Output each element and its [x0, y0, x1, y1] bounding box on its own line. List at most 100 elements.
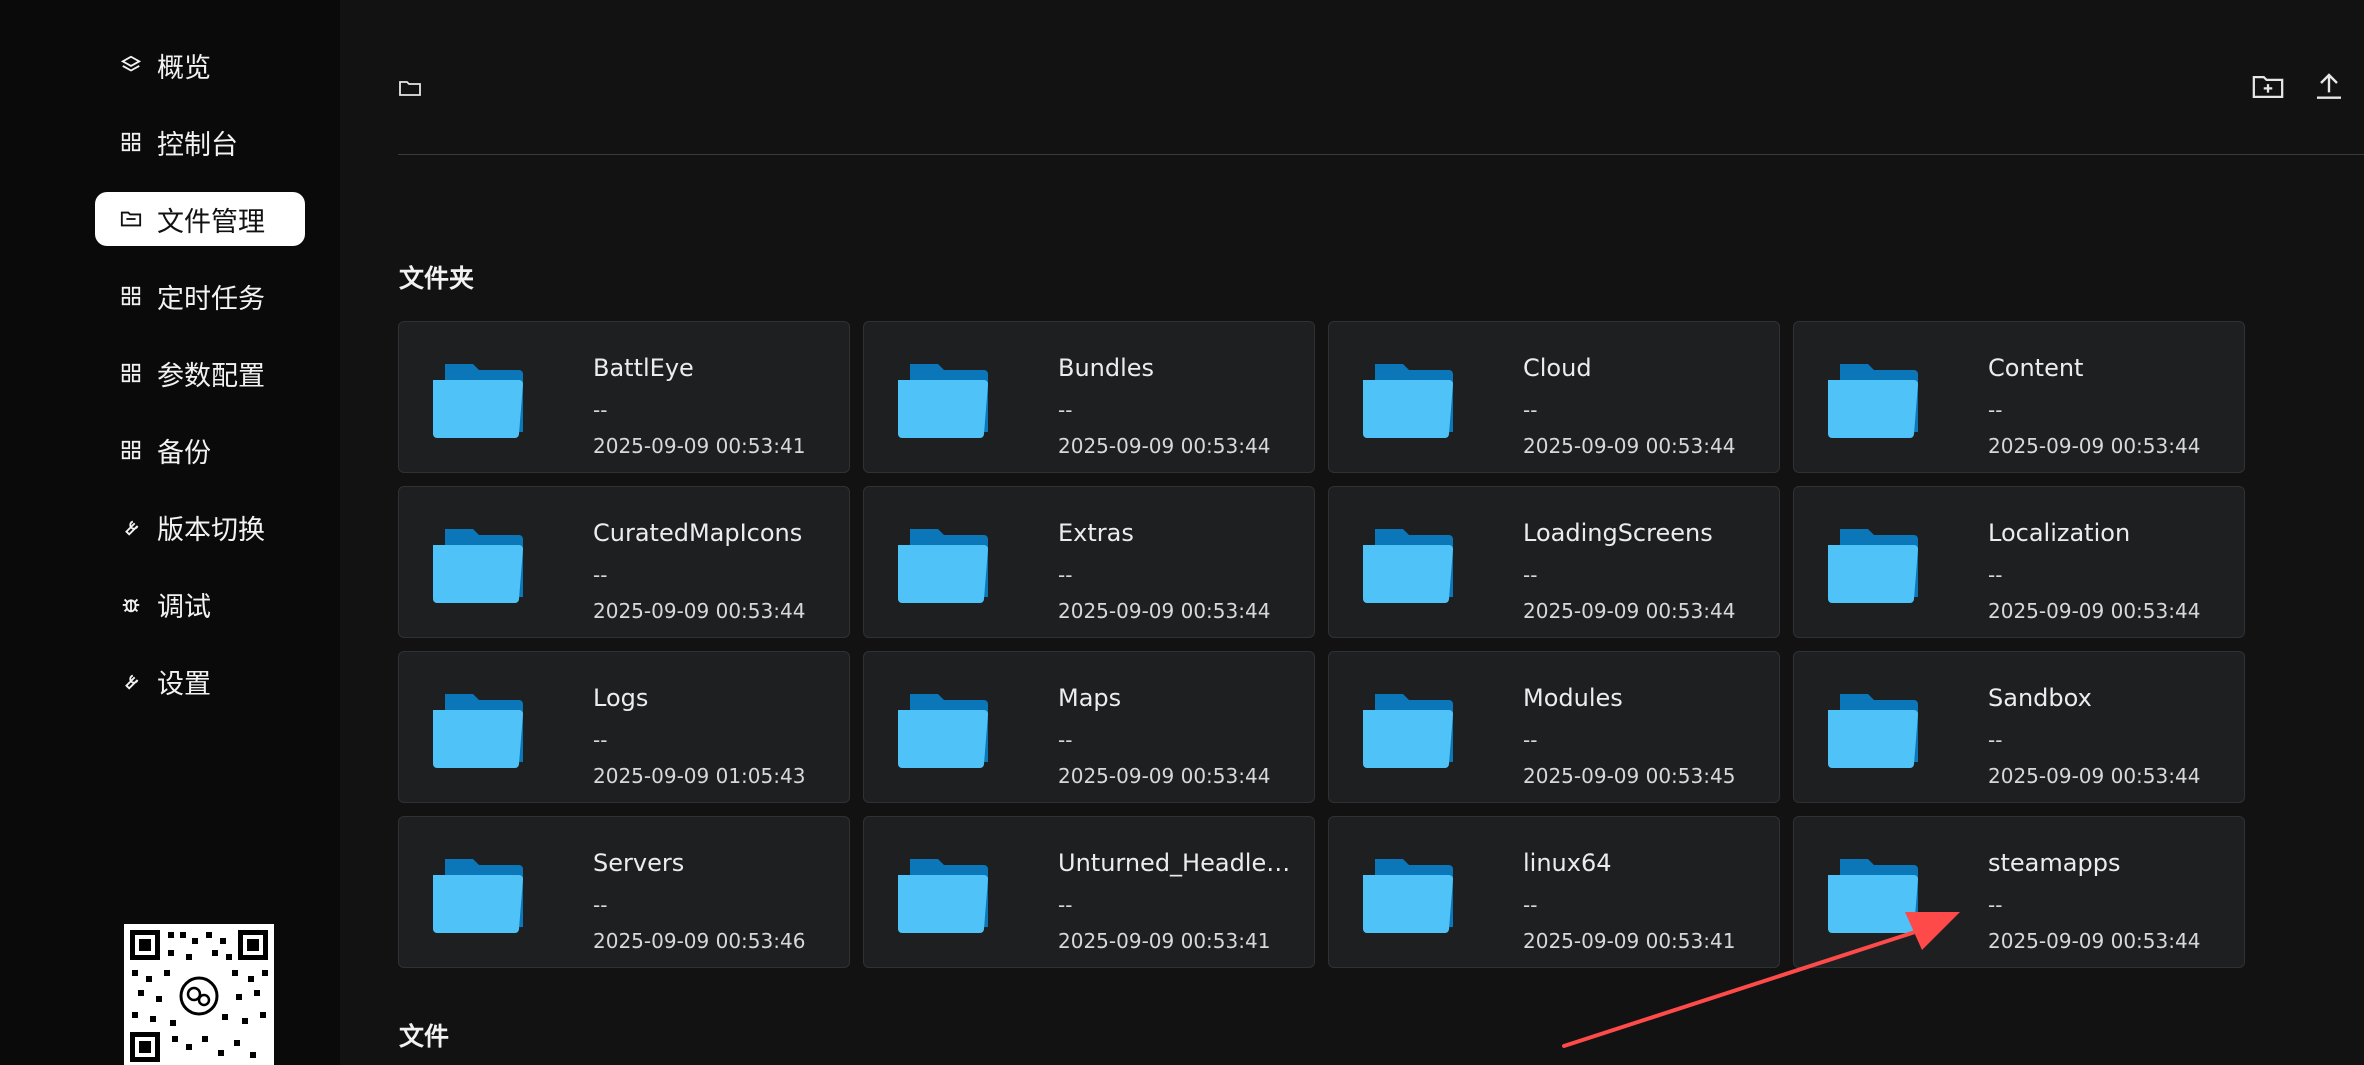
- folder-card[interactable]: Sandbox -- 2025-09-09 00:53:44: [1793, 651, 2245, 803]
- sidebar-item-label: 版本切换: [157, 514, 265, 546]
- sidebar-item-0[interactable]: 概览: [95, 38, 305, 92]
- sidebar-item-3[interactable]: 定时任务: [95, 269, 305, 323]
- sidebar-item-8[interactable]: 设置: [95, 654, 305, 708]
- folder-size: --: [593, 398, 608, 422]
- folder-card[interactable]: steamapps -- 2025-09-09 00:53:44: [1793, 816, 2245, 968]
- folder-name: Maps: [1058, 684, 1122, 712]
- folder-card[interactable]: CuratedMapIcons -- 2025-09-09 00:53:44: [398, 486, 850, 638]
- folder-card[interactable]: Extras -- 2025-09-09 00:53:44: [863, 486, 1315, 638]
- folder-modified: 2025-09-09 00:53:44: [1988, 434, 2201, 458]
- folder-name: Extras: [1058, 519, 1134, 547]
- folder-icon: [1361, 525, 1457, 605]
- folder-card[interactable]: Servers -- 2025-09-09 00:53:46: [398, 816, 850, 968]
- layers-icon: [119, 53, 143, 77]
- folder-name: LoadingScreens: [1523, 519, 1713, 547]
- folder-name: steamapps: [1988, 849, 2121, 877]
- folder-name: linux64: [1523, 849, 1612, 877]
- folder-name: Cloud: [1523, 354, 1592, 382]
- folder-icon: [431, 360, 527, 440]
- folder-modified: 2025-09-09 00:53:41: [593, 434, 806, 458]
- folder-icon: [1826, 525, 1922, 605]
- folder-icon: [1826, 360, 1922, 440]
- folder-size: --: [593, 893, 608, 917]
- sidebar-item-label: 备份: [157, 437, 211, 469]
- folder-card[interactable]: Modules -- 2025-09-09 00:53:45: [1328, 651, 1780, 803]
- folder-icon: [1361, 360, 1457, 440]
- folder-icon: [119, 207, 143, 231]
- folder-card[interactable]: Cloud -- 2025-09-09 00:53:44: [1328, 321, 1780, 473]
- folder-name: CuratedMapIcons: [593, 519, 803, 547]
- folder-modified: 2025-09-09 00:53:45: [1523, 764, 1736, 788]
- folder-size: --: [1523, 893, 1538, 917]
- folder-card[interactable]: BattlEye -- 2025-09-09 00:53:41: [398, 321, 850, 473]
- folder-modified: 2025-09-09 00:53:44: [1058, 764, 1271, 788]
- grid-icon: [119, 438, 143, 462]
- folder-name: BattlEye: [593, 354, 694, 382]
- sidebar-item-label: 控制台: [157, 129, 238, 161]
- folder-size: --: [1988, 893, 2003, 917]
- qr-code-icon: [124, 924, 274, 1065]
- folder-card[interactable]: LoadingScreens -- 2025-09-09 00:53:44: [1328, 486, 1780, 638]
- folder-size: --: [1988, 563, 2003, 587]
- folder-icon: [431, 690, 527, 770]
- folder-card[interactable]: Logs -- 2025-09-09 01:05:43: [398, 651, 850, 803]
- folder-icon: [896, 360, 992, 440]
- folder-icon: [1826, 855, 1922, 935]
- sidebar-item-label: 设置: [157, 668, 211, 700]
- folder-name: Modules: [1523, 684, 1623, 712]
- folder-icon: [896, 855, 992, 935]
- folder-size: --: [1058, 398, 1073, 422]
- folder-size: --: [1523, 728, 1538, 752]
- folder-size: --: [593, 563, 608, 587]
- bug-icon: [119, 592, 143, 616]
- folder-icon: [1826, 690, 1922, 770]
- folder-size: --: [1523, 398, 1538, 422]
- folder-icon: [896, 690, 992, 770]
- folder-name: Servers: [593, 849, 685, 877]
- folder-icon: [431, 525, 527, 605]
- upload-icon: [2317, 73, 2341, 99]
- folder-name: Localization: [1988, 519, 2131, 547]
- folder-modified: 2025-09-09 00:53:44: [1523, 434, 1736, 458]
- folder-size: --: [1058, 563, 1073, 587]
- sidebar-item-5[interactable]: 备份: [95, 423, 305, 477]
- folders-section-title: 文件夹: [399, 264, 475, 293]
- folder-outline-icon[interactable]: [398, 76, 422, 100]
- sidebar-item-1[interactable]: 控制台: [95, 115, 305, 169]
- upload-button[interactable]: [2310, 68, 2348, 106]
- folder-card[interactable]: Maps -- 2025-09-09 00:53:44: [863, 651, 1315, 803]
- grid-icon: [119, 284, 143, 308]
- wrench-icon: [119, 515, 143, 539]
- sidebar-item-label: 文件管理: [157, 206, 265, 238]
- folder-modified: 2025-09-09 00:53:46: [593, 929, 806, 953]
- folder-size: --: [593, 728, 608, 752]
- sidebar-item-6[interactable]: 版本切换: [95, 500, 305, 554]
- folder-plus-icon: [2252, 75, 2284, 99]
- sidebar-item-2[interactable]: 文件管理: [95, 192, 305, 246]
- wrench-icon: [119, 669, 143, 693]
- folder-size: --: [1058, 728, 1073, 752]
- folder-card[interactable]: Bundles -- 2025-09-09 00:53:44: [863, 321, 1315, 473]
- folder-name: Unturned_Headle…: [1058, 849, 1291, 877]
- folder-size: --: [1058, 893, 1073, 917]
- folder-card[interactable]: Unturned_Headle… -- 2025-09-09 00:53:41: [863, 816, 1315, 968]
- grid-icon: [119, 130, 143, 154]
- folder-icon: [1361, 855, 1457, 935]
- folder-modified: 2025-09-09 00:53:44: [1058, 599, 1271, 623]
- folder-card[interactable]: Localization -- 2025-09-09 00:53:44: [1793, 486, 2245, 638]
- folder-name: Logs: [593, 684, 649, 712]
- sidebar-item-7[interactable]: 调试: [95, 577, 305, 631]
- new-folder-button[interactable]: [2249, 68, 2287, 106]
- files-section-title: 文件: [399, 1022, 450, 1051]
- folder-card[interactable]: Content -- 2025-09-09 00:53:44: [1793, 321, 2245, 473]
- sidebar-item-label: 调试: [157, 591, 211, 623]
- folder-size: --: [1523, 563, 1538, 587]
- sidebar-item-label: 定时任务: [157, 283, 265, 315]
- folder-name: Sandbox: [1988, 684, 2092, 712]
- folder-modified: 2025-09-09 00:53:44: [1988, 599, 2201, 623]
- folder-modified: 2025-09-09 00:53:41: [1058, 929, 1271, 953]
- sidebar-item-4[interactable]: 参数配置: [95, 346, 305, 400]
- folder-card[interactable]: linux64 -- 2025-09-09 00:53:41: [1328, 816, 1780, 968]
- folder-icon: [896, 525, 992, 605]
- folder-icon: [1361, 690, 1457, 770]
